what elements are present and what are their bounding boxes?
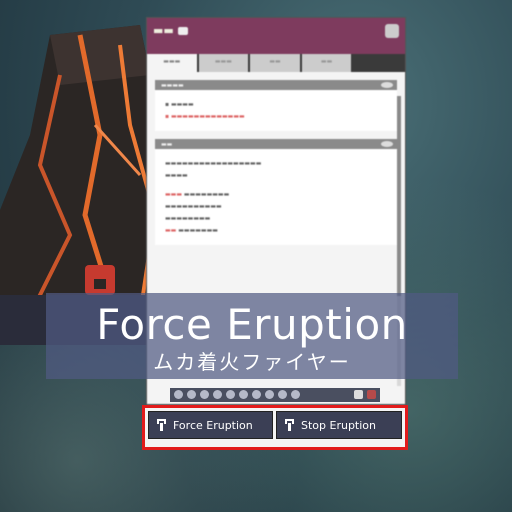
- force-eruption-label: Force Eruption: [173, 418, 253, 432]
- section-header-status[interactable]: ▬▬▬▬: [155, 80, 397, 90]
- caption-subtitle: ムカ着火ファイヤー: [153, 350, 351, 374]
- close-icon[interactable]: [385, 24, 399, 38]
- tab-1[interactable]: ▬▬▬: [147, 54, 197, 72]
- tab-3[interactable]: ▬▬: [250, 54, 300, 72]
- panel-title: ▬▬: [153, 24, 188, 37]
- tool-icon[interactable]: [278, 390, 287, 399]
- tool-icon[interactable]: [213, 390, 222, 399]
- tool-icon[interactable]: [291, 390, 300, 399]
- force-eruption-button[interactable]: Force Eruption: [148, 411, 273, 439]
- panel-header: ▬▬: [147, 18, 405, 56]
- tab-2[interactable]: ▬▬▬: [198, 54, 249, 72]
- caption-title: Force Eruption: [96, 300, 408, 349]
- section-body-status: ▪ ▬▬▬▬ ▪ ▬▬▬▬▬▬▬▬▬▬▬▬▬: [155, 90, 397, 131]
- panel-title-text: ▬▬: [153, 24, 174, 37]
- stop-eruption-button[interactable]: Stop Eruption: [276, 411, 402, 439]
- tool-icon[interactable]: [239, 390, 248, 399]
- section-body-info: ▬▬▬▬▬▬▬▬▬▬▬▬▬▬▬▬▬ ▬▬▬▬ ▬▬▬ ▬▬▬▬▬▬▬▬ ▬▬▬▬…: [155, 149, 397, 245]
- tool-icon[interactable]: [265, 390, 274, 399]
- tool-icon[interactable]: [252, 390, 261, 399]
- scrollbar-thumb[interactable]: [397, 96, 401, 296]
- red-square-icon[interactable]: [367, 390, 376, 399]
- section-header-info[interactable]: ▬▬: [155, 139, 397, 149]
- tab-empty: [353, 54, 403, 72]
- toolbar-icon-row: [170, 388, 380, 402]
- stop-eruption-label: Stop Eruption: [301, 418, 377, 432]
- eye-icon[interactable]: [381, 82, 393, 88]
- tool-icon[interactable]: [200, 390, 209, 399]
- chat-icon[interactable]: [177, 26, 188, 35]
- square-icon[interactable]: [354, 390, 363, 399]
- tool-icon[interactable]: [174, 390, 183, 399]
- wrench-icon: [285, 419, 295, 431]
- tool-icon[interactable]: [187, 390, 196, 399]
- eye-icon[interactable]: [381, 141, 393, 147]
- tool-icon[interactable]: [226, 390, 235, 399]
- panel-tabs: ▬▬▬ ▬▬▬ ▬▬ ▬▬: [147, 54, 405, 72]
- wrench-icon: [157, 419, 167, 431]
- tab-4[interactable]: ▬▬: [301, 54, 352, 72]
